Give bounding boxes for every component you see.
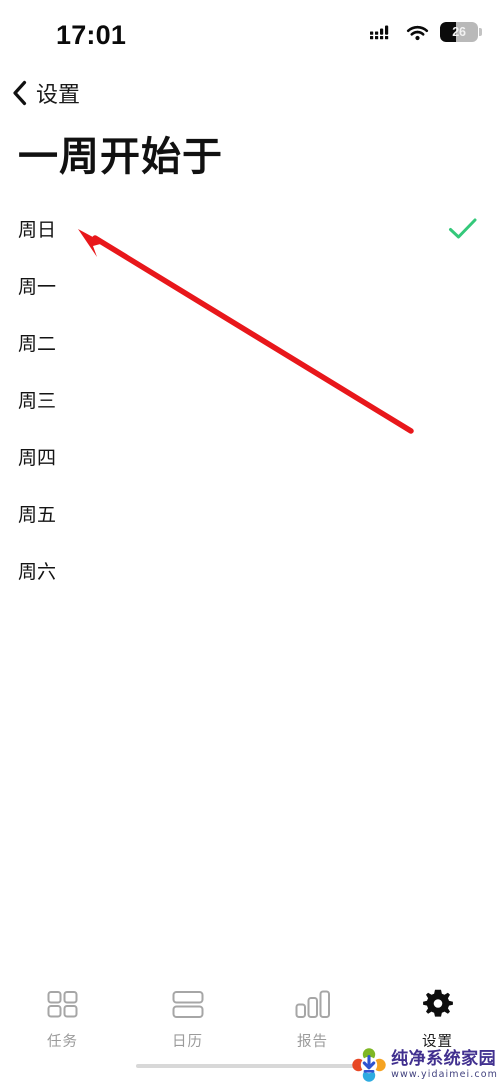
tab-label: 报告 xyxy=(297,1034,328,1050)
option-row-monday[interactable]: 周一 xyxy=(0,257,500,314)
battery-percent-label: 26 xyxy=(452,25,466,39)
option-label: 周二 xyxy=(18,333,57,355)
watermark: 纯净系统家园 www.yidaimei.com xyxy=(352,1048,498,1082)
option-row-saturday[interactable]: 周六 xyxy=(0,542,500,599)
status-indicators: 26 xyxy=(370,22,482,42)
option-label: 周三 xyxy=(18,390,57,412)
option-row-tuesday[interactable]: 周二 xyxy=(0,314,500,371)
tab-report[interactable]: 报告 xyxy=(250,988,375,1051)
home-indicator xyxy=(136,1064,364,1068)
wifi-icon xyxy=(406,25,429,40)
weekday-option-list: 周日 周一 周二 周三 周四 周五 周六 xyxy=(0,200,500,599)
watermark-text: 纯净系统家园 www.yidaimei.com xyxy=(391,1048,498,1080)
option-row-wednesday[interactable]: 周三 xyxy=(0,371,500,428)
status-time: 17:01 xyxy=(56,20,127,50)
option-row-friday[interactable]: 周五 xyxy=(0,485,500,542)
watermark-url: www.yidaimei.com xyxy=(391,1068,498,1080)
tab-tasks[interactable]: 任务 xyxy=(0,988,125,1051)
tab-calendar[interactable]: 日历 xyxy=(125,988,250,1051)
option-label: 周五 xyxy=(18,504,57,526)
option-label: 周四 xyxy=(18,447,57,469)
tab-settings[interactable]: 设置 xyxy=(375,988,500,1051)
chevron-left-icon xyxy=(13,80,27,106)
option-row-thursday[interactable]: 周四 xyxy=(0,428,500,485)
cellular-signal-icon xyxy=(370,25,389,39)
option-label: 周一 xyxy=(18,276,57,298)
option-label: 周日 xyxy=(18,219,57,241)
battery-icon: 26 xyxy=(440,22,478,42)
battery-terminal xyxy=(479,28,482,36)
navigation-bar: 设置 xyxy=(0,72,500,114)
tab-label: 任务 xyxy=(47,1034,78,1050)
back-button[interactable]: 设置 xyxy=(0,73,90,113)
page-title: 一周开始于 xyxy=(18,134,223,180)
check-icon xyxy=(449,218,477,238)
back-button-label: 设置 xyxy=(36,83,81,108)
calendar-rows-icon xyxy=(171,988,205,1022)
tab-label: 日历 xyxy=(172,1034,203,1050)
status-bar: 17:01 26 xyxy=(0,0,500,66)
watermark-title: 纯净系统家园 xyxy=(391,1048,497,1069)
grid-icon xyxy=(47,988,79,1022)
bar-chart-icon xyxy=(295,988,331,1022)
phone-screen: 17:01 26 设置 一周开始于 周日 周一 周二 周三 周四 周五 周六 任… xyxy=(0,0,500,1084)
option-row-sunday[interactable]: 周日 xyxy=(0,200,500,257)
option-label: 周六 xyxy=(18,561,57,583)
download-badge-logo xyxy=(352,1048,386,1082)
gear-icon xyxy=(422,988,454,1022)
